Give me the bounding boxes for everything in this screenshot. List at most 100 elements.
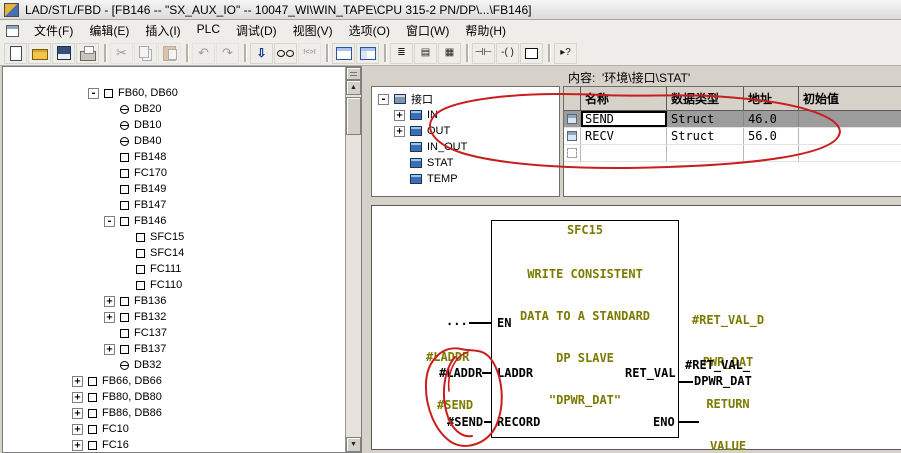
cell-datatype[interactable]: [667, 145, 744, 161]
tree-item-fb147[interactable]: FB147: [3, 197, 345, 213]
tree-scrollbar[interactable]: [345, 67, 361, 452]
interface-item-in-out[interactable]: IN_OUT: [372, 139, 559, 155]
insert-coil-button[interactable]: -( ): [496, 42, 519, 64]
tree-item-fb80-db80[interactable]: FB80, DB80: [3, 389, 345, 405]
cell-name[interactable]: SEND: [581, 111, 667, 127]
print-button[interactable]: [76, 42, 99, 64]
tree-item-fb146[interactable]: FB146: [3, 213, 345, 229]
expander-minus-icon[interactable]: [378, 93, 389, 105]
tree-item-fb66-db66[interactable]: FB66, DB66: [3, 373, 345, 389]
var-row-recv[interactable]: RECV Struct 56.0: [564, 128, 901, 145]
expander-minus-icon[interactable]: [88, 87, 99, 99]
tree-item-db40[interactable]: DB40: [3, 133, 345, 149]
column-header-datatype[interactable]: 数据类型: [667, 87, 744, 111]
var-row-empty[interactable]: [564, 145, 901, 162]
scroll-up-button[interactable]: [346, 80, 361, 95]
menu-item-help[interactable]: 帮助(H): [457, 20, 514, 41]
monitor-glasses-button[interactable]: [274, 42, 297, 64]
menu-item-insert[interactable]: 插入(I): [137, 20, 188, 41]
tree-item-db10[interactable]: DB10: [3, 117, 345, 133]
cell-datatype[interactable]: Struct: [667, 111, 744, 127]
menu-item-edit[interactable]: 编辑(E): [81, 20, 137, 41]
cell-datatype[interactable]: Struct: [667, 128, 744, 144]
download-button[interactable]: ⇩: [250, 42, 273, 64]
overview-window-button[interactable]: [332, 42, 355, 64]
tree-item-fb149[interactable]: FB149: [3, 181, 345, 197]
expander-minus-icon[interactable]: [104, 215, 115, 227]
interface-item-in[interactable]: IN: [372, 107, 559, 123]
menu-bar: 文件(F) 编辑(E) 插入(I) PLC 调试(D) 视图(V) 选项(O) 窗口(W) 帮助…: [0, 20, 901, 41]
expander-plus-icon[interactable]: [104, 311, 115, 323]
cell-name[interactable]: RECV: [581, 128, 667, 144]
context-help-button[interactable]: ▸?: [554, 42, 577, 64]
insert-box-button[interactable]: [520, 42, 543, 64]
operand-en[interactable]: ...: [446, 314, 468, 328]
save-button[interactable]: [52, 42, 75, 64]
menu-item-plc[interactable]: PLC: [189, 20, 228, 41]
operand-send[interactable]: #SEND: [447, 415, 483, 429]
tree-item-fb60-db60[interactable]: FB60, DB60: [3, 85, 345, 101]
interface-item-temp[interactable]: TEMP: [372, 171, 559, 187]
tree-item-fb137[interactable]: FB137: [3, 341, 345, 357]
tree-item-fc137[interactable]: FC137: [3, 325, 345, 341]
expander-plus-icon[interactable]: [72, 391, 83, 403]
expander-plus-icon[interactable]: [72, 407, 83, 419]
cell-initial-value[interactable]: [799, 111, 901, 127]
symbol-info-button[interactable]: ▤: [414, 42, 437, 64]
tree-item-fb148[interactable]: FB148: [3, 149, 345, 165]
interface-item-root[interactable]: 接口: [372, 91, 559, 107]
menu-item-debug[interactable]: 调试(D): [228, 20, 285, 41]
cell-address[interactable]: 46.0: [744, 111, 799, 127]
var-row-send[interactable]: SEND Struct 46.0: [564, 111, 901, 128]
column-header-address[interactable]: 地址: [744, 87, 799, 111]
scroll-down-button[interactable]: [346, 437, 361, 452]
cell-name[interactable]: [581, 145, 667, 161]
splitter-grip[interactable]: [346, 67, 361, 80]
interface-item-stat[interactable]: STAT: [372, 155, 559, 171]
expander-plus-icon[interactable]: [72, 439, 83, 451]
mdi-child-icon[interactable]: [6, 24, 19, 37]
expander-plus-icon[interactable]: [72, 375, 83, 387]
cell-initial-value[interactable]: [799, 128, 901, 144]
tree-item-label: FC10: [102, 423, 129, 435]
cell-address[interactable]: 56.0: [744, 128, 799, 144]
tree-item-db32[interactable]: DB32: [3, 357, 345, 373]
tree-item-fb132[interactable]: FB132: [3, 309, 345, 325]
tree-item-fb86-db86[interactable]: FB86, DB86: [3, 405, 345, 421]
expander-plus-icon[interactable]: [394, 125, 405, 137]
detail-window-button[interactable]: [356, 42, 379, 64]
operand-laddr[interactable]: #LADDR: [439, 366, 482, 380]
expander-plus-icon[interactable]: [104, 343, 115, 355]
insert-contact-button[interactable]: ⊣⊢: [472, 42, 495, 64]
scrollbar-thumb[interactable]: [346, 97, 361, 135]
tree-item-label: FB147: [134, 199, 167, 211]
new-button[interactable]: [4, 42, 27, 64]
expander-plus-icon[interactable]: [72, 423, 83, 435]
tree-item-fc111[interactable]: FC111: [3, 261, 345, 277]
cell-initial-value[interactable]: [799, 145, 901, 161]
menu-item-view[interactable]: 视图(V): [285, 20, 341, 41]
tree-item-fc170[interactable]: FC170: [3, 165, 345, 181]
tree-item-sfc15[interactable]: SFC15: [3, 229, 345, 245]
menu-item-window[interactable]: 窗口(W): [398, 20, 457, 41]
tree-item-fb136[interactable]: FB136: [3, 293, 345, 309]
comment-line: "DPWR_DAT": [548, 393, 622, 407]
column-header-name[interactable]: 名称: [581, 87, 667, 111]
tree-item-db20[interactable]: DB20: [3, 101, 345, 117]
operand-ret-val-line1[interactable]: #RET_VAL_: [685, 358, 750, 372]
expander-plus-icon[interactable]: [104, 295, 115, 307]
column-header-initial-value[interactable]: 初始值: [799, 87, 901, 111]
operand-ret-val-line2[interactable]: DPWR_DAT: [694, 374, 752, 388]
menu-item-file[interactable]: 文件(F): [26, 20, 81, 41]
cell-address[interactable]: [744, 145, 799, 161]
tree-item-sfc14[interactable]: SFC14: [3, 245, 345, 261]
menu-item-options[interactable]: 选项(O): [341, 20, 398, 41]
interface-item-out[interactable]: OUT: [372, 123, 559, 139]
program-elements-button[interactable]: ▦: [438, 42, 461, 64]
tree-item-fc110[interactable]: FC110: [3, 277, 345, 293]
open-button[interactable]: [28, 42, 51, 64]
network-list-button[interactable]: ≣: [390, 42, 413, 64]
tree-item-fc10[interactable]: FC10: [3, 421, 345, 437]
tree-item-fc16[interactable]: FC16: [3, 437, 345, 452]
expander-plus-icon[interactable]: [394, 109, 405, 121]
